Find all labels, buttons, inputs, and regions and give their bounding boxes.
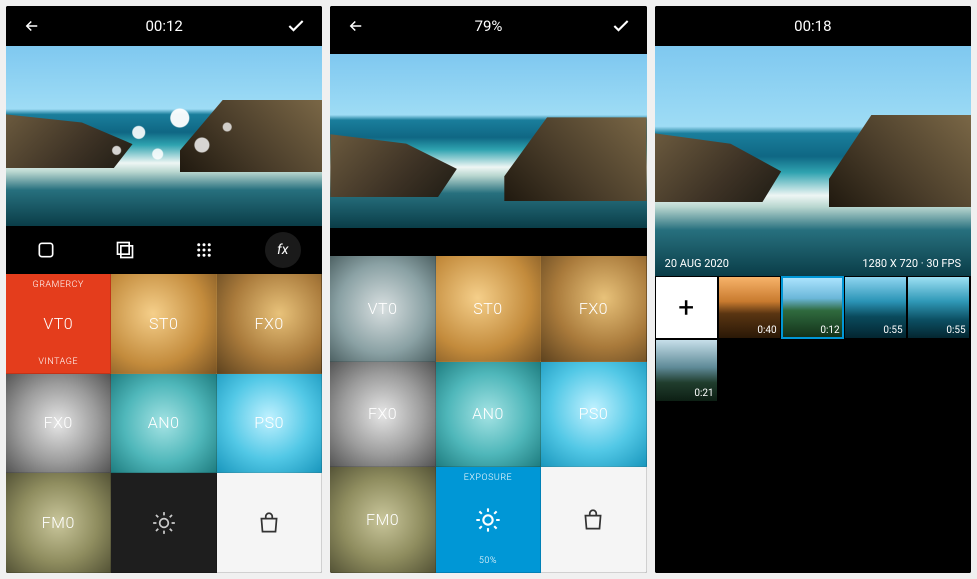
clip-thumb[interactable]: 0:21 [655,339,718,402]
exposure-value: 50% [479,556,497,566]
clip-thumb[interactable]: 0:12 [781,276,844,339]
shop-icon [580,507,606,533]
filter-grid: GRAMERCY VT0 VINTAGE ST0 FX0 FX0 AN0 PS0… [6,274,322,573]
video-timecode: 00:12 [44,17,284,35]
plus-icon: + [678,291,694,324]
filter-ps0[interactable]: PS0 [541,362,646,468]
clip-duration: 0:55 [946,325,965,336]
filter-fx0[interactable]: FX0 [541,256,646,362]
layers-icon[interactable] [107,232,143,268]
add-clip-button[interactable]: + [655,276,718,339]
filter-st0[interactable]: ST0 [436,256,541,362]
video-preview[interactable] [6,46,322,226]
filter-style-label: VINTAGE [38,357,78,367]
filter-vt0[interactable]: VT0 [330,256,435,362]
progress-label: 79% [368,17,608,35]
screen-clip-library: 00:18 20 AUG 2020 1280 X 720 · 30 FPS + … [655,6,971,573]
screen-exposure: 79% VT0 ST0 FX0 FX0 AN0 PS0 FM0 EXPOSURE… [330,6,646,573]
empty-area [655,402,971,573]
confirm-icon[interactable] [609,16,633,36]
shop-icon [256,510,282,536]
clip-thumb[interactable]: 0:40 [718,276,781,339]
filter-fm0[interactable]: FM0 [6,473,111,573]
topbar: 00:12 [6,6,322,46]
clip-thumb[interactable]: 0:55 [844,276,907,339]
screen-filter-select: 00:12 fx GRAMERCY VT0 VINTAGE ST0 FX0 FX… [6,6,322,573]
confirm-icon[interactable] [284,16,308,36]
filter-ps0[interactable]: PS0 [217,374,322,474]
fx-icon[interactable]: fx [265,232,301,268]
clip-duration: 0:40 [757,325,776,336]
back-icon[interactable] [344,17,368,35]
brightness-icon [151,510,177,536]
exposure-label: EXPOSURE [464,473,512,483]
topbar: 00:18 [655,6,971,46]
clip-duration: 0:12 [820,325,839,336]
clip-duration: 0:55 [883,325,902,336]
back-icon[interactable] [20,17,44,35]
exposure-button[interactable]: EXPOSURE 50% [436,467,541,573]
shop-button[interactable] [217,473,322,573]
tool-row: fx [6,226,322,274]
project-duration: 00:18 [693,17,933,35]
clip-date: 20 AUG 2020 [665,257,729,270]
filter-fx0[interactable]: FX0 [217,274,322,374]
shop-button[interactable] [541,467,646,573]
filter-fx0-b[interactable]: FX0 [6,374,111,474]
clip-resfps: 1280 X 720 · 30 FPS [862,257,961,270]
clip-row: + 0:40 0:12 0:55 0:55 0:21 [655,276,971,402]
filter-an0[interactable]: AN0 [111,374,216,474]
aspect-icon[interactable] [28,232,64,268]
video-preview[interactable]: 20 AUG 2020 1280 X 720 · 30 FPS [655,46,971,276]
filter-fm0[interactable]: FM0 [330,467,435,573]
clip-thumb[interactable]: 0:55 [907,276,970,339]
filter-an0[interactable]: AN0 [436,362,541,468]
filter-code: VT0 [43,314,73,333]
filter-grid: VT0 ST0 FX0 FX0 AN0 PS0 FM0 EXPOSURE 50% [330,256,646,573]
filter-fx0-b[interactable]: FX0 [330,362,435,468]
clip-metadata: 20 AUG 2020 1280 X 720 · 30 FPS [655,257,971,270]
clip-duration: 0:21 [694,388,713,399]
filter-vt0[interactable]: GRAMERCY VT0 VINTAGE [6,274,111,374]
topbar: 79% [330,6,646,46]
brightness-button[interactable] [111,473,216,573]
brightness-icon [474,506,502,534]
video-preview[interactable] [330,46,646,256]
filter-st0[interactable]: ST0 [111,274,216,374]
filter-family-label: GRAMERCY [33,280,84,290]
grid-icon[interactable] [186,232,222,268]
